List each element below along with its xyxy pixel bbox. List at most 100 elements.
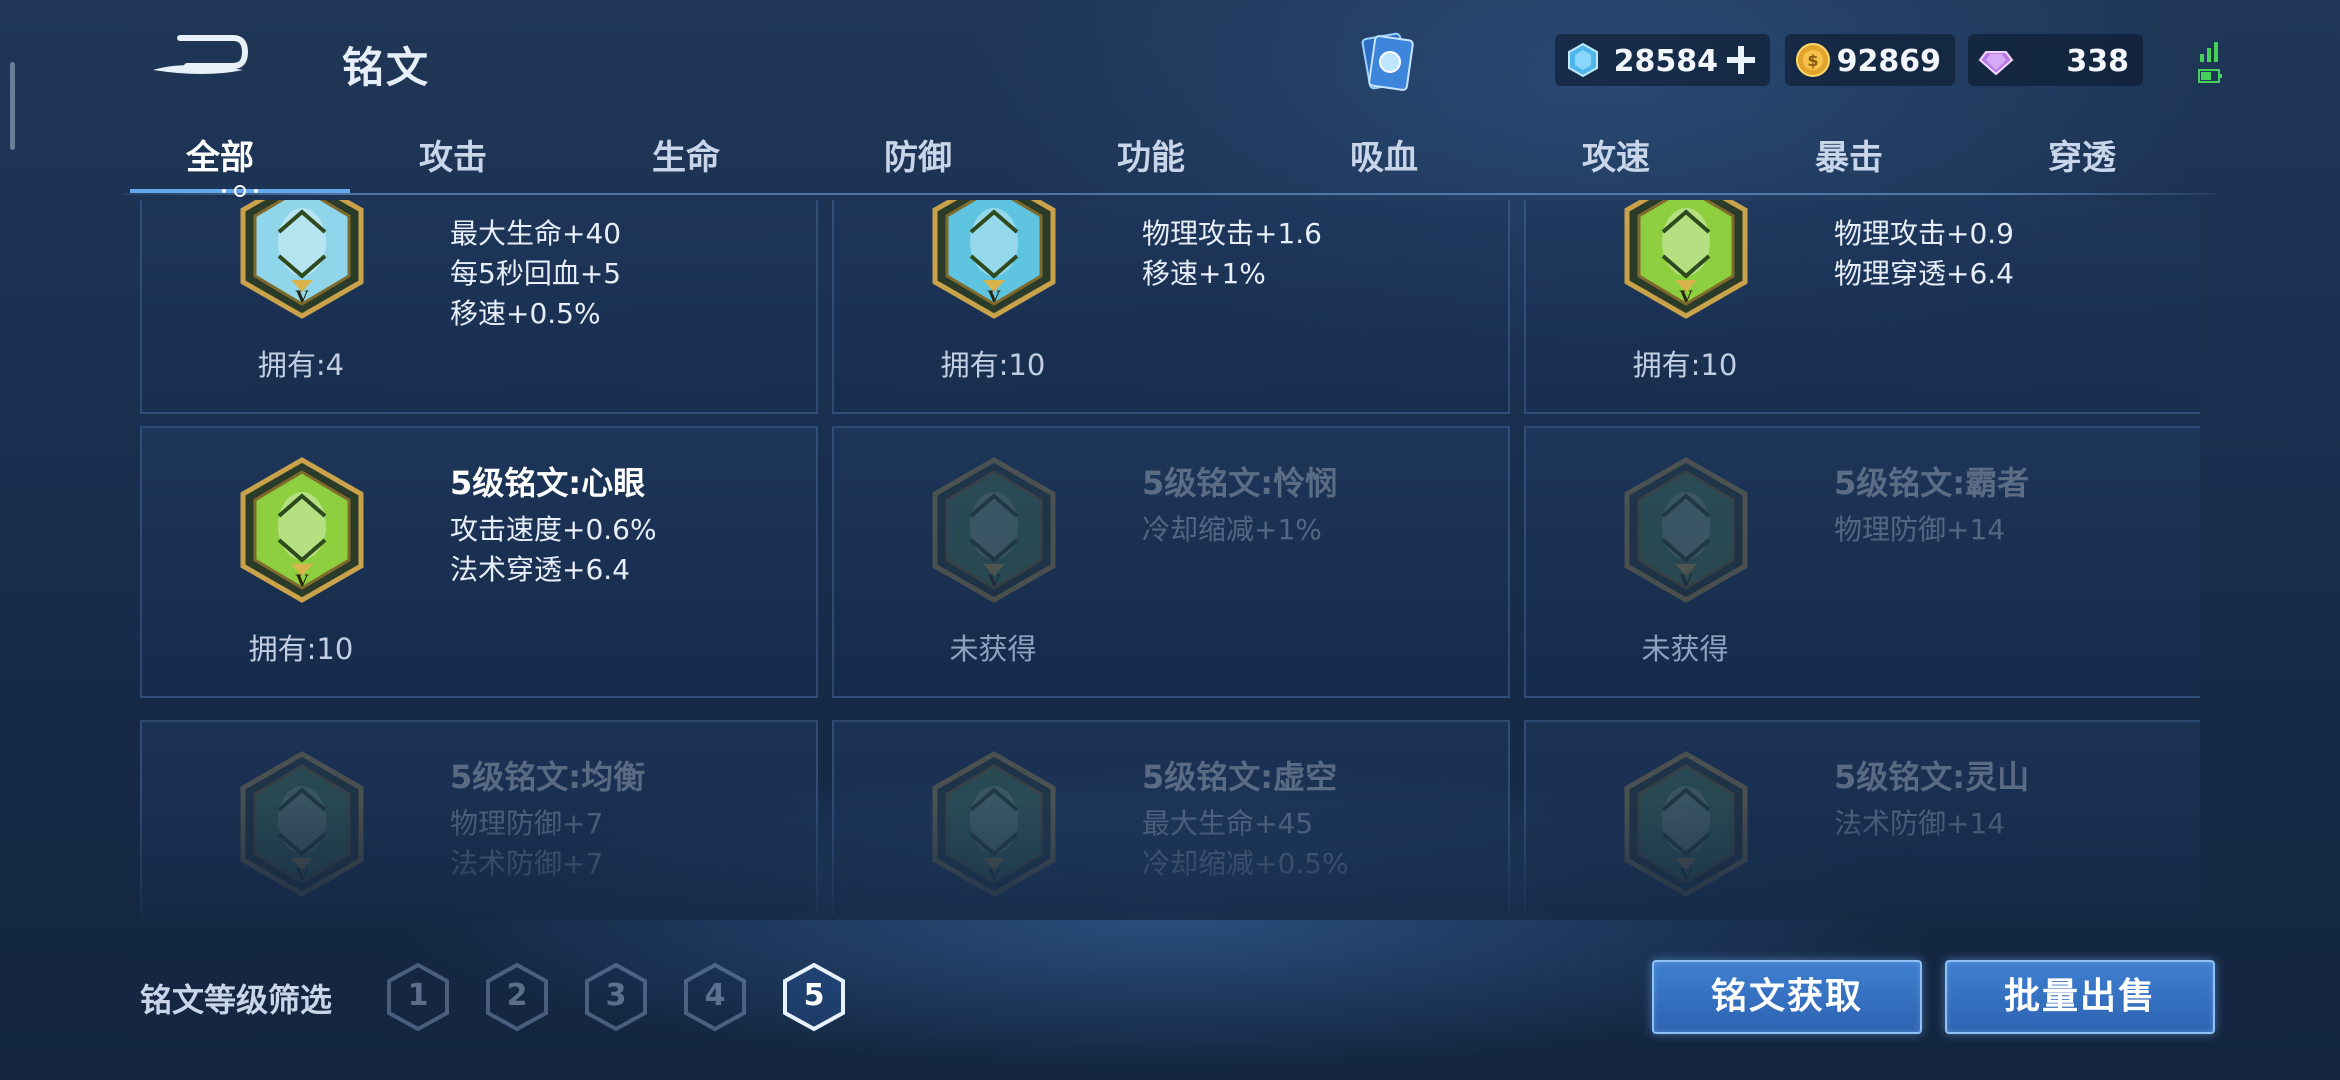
svg-text:V: V	[987, 287, 1001, 306]
rune-attribute: 法术防御+7	[450, 847, 604, 880]
rune-card-icon[interactable]	[1352, 28, 1422, 98]
level-filter-3[interactable]: 3	[583, 962, 649, 1032]
rune-name: 5级铭文:虚空	[1142, 758, 1338, 796]
rune-attribute: 法术穿透+6.4	[450, 553, 630, 586]
rune-icon: V	[237, 200, 367, 320]
rune-card[interactable]: V 5级铭文:虚空最大生命+45 冷却缩减+0.5%	[832, 720, 1510, 915]
rune-card[interactable]: V 物理攻击+1.6 移速+1% 拥有:10	[832, 200, 1510, 414]
rune-attributes: 最大生命+40 每5秒回血+5 移速+0.5%	[450, 214, 621, 334]
rune-owned-count: 拥有:10	[940, 348, 1046, 382]
level-filter-label: 铭文等级筛选	[140, 981, 333, 1019]
rune-icon: V	[237, 750, 367, 898]
rune-attributes: 物理防御+14	[1834, 510, 2005, 550]
add-currency-button[interactable]	[1724, 43, 1758, 77]
level-filter-number: 4	[704, 978, 726, 1013]
rune-attribute: 移速+1%	[1142, 257, 1266, 290]
rune-card[interactable]: V 5级铭文:心眼 攻击速度+0.6% 法术穿透+6.4 拥有:10	[140, 426, 818, 698]
rune-owned-count: 拥有:4	[257, 348, 345, 382]
tab-critical[interactable]: 暴击	[1759, 130, 1939, 179]
rune-attributes: 物理攻击+0.9 物理穿透+6.4	[1834, 214, 2014, 294]
rune-attribute: 冷却缩减+0.5%	[1142, 847, 1349, 880]
rune-attributes: 物理攻击+1.6 移速+1%	[1142, 214, 1322, 294]
get-rune-button[interactable]: 铭文获取	[1652, 960, 1922, 1034]
rune-icon: V	[237, 456, 367, 604]
diamond-balance: 28584	[1555, 34, 1770, 86]
gold-balance: $ 92869	[1785, 34, 1955, 86]
level-filter-4[interactable]: 4	[682, 962, 748, 1032]
diamond-amount: 28584	[1613, 44, 1718, 79]
tab-health[interactable]: 生命	[596, 130, 776, 179]
rune-owned-count: 拥有:10	[1632, 348, 1738, 382]
rune-name: 5级铭文:灵山	[1834, 758, 2030, 796]
bulk-sell-button[interactable]: 批量出售	[1945, 960, 2215, 1034]
rune-attribute: 每5秒回血+5	[450, 257, 622, 290]
rune-attributes: 最大生命+45 冷却缩减+0.5%	[1142, 804, 1349, 884]
rune-card[interactable]: V 物理攻击+0.9 物理穿透+6.4 拥有:10	[1524, 200, 2200, 414]
rune-card[interactable]: V 最大生命+40 每5秒回血+5 移速+0.5% 拥有:4	[140, 200, 818, 414]
svg-text:V: V	[1679, 865, 1693, 884]
rune-attributes: 法术防御+14	[1834, 804, 2005, 844]
rune-name: 5级铭文:霸者	[1834, 464, 2030, 502]
svg-text:V: V	[1679, 571, 1693, 590]
rune-name: 5级铭文:心眼	[450, 464, 646, 502]
tab-lifesteal[interactable]: 吸血	[1294, 130, 1474, 179]
back-button[interactable]	[145, 26, 255, 86]
rune-attributes: 攻击速度+0.6% 法术穿透+6.4	[450, 510, 657, 590]
svg-text:V: V	[987, 571, 1001, 590]
tab-all[interactable]: 全部	[130, 130, 310, 179]
rune-attribute: 物理攻击+1.6	[1142, 217, 1322, 250]
tab-attack-speed[interactable]: 攻速	[1526, 130, 1706, 179]
rune-name: 5级铭文:均衡	[450, 758, 646, 796]
level-filter-1[interactable]: 1	[385, 962, 451, 1032]
rune-card[interactable]: V 5级铭文:均衡物理防御+7 法术防御+7	[140, 720, 818, 915]
level-filter-5[interactable]: 5	[781, 962, 847, 1032]
rune-attribute: 移速+0.5%	[450, 297, 601, 330]
svg-text:V: V	[295, 287, 309, 306]
tab-penetration[interactable]: 穿透	[1992, 130, 2172, 179]
rune-attribute: 物理防御+14	[1834, 513, 2006, 546]
svg-text:V: V	[295, 571, 309, 590]
rune-icon: V	[929, 200, 1059, 320]
active-tab-indicator	[130, 185, 350, 197]
tab-divider	[125, 193, 2215, 195]
rune-icon: V	[1621, 750, 1751, 898]
rune-list[interactable]: V 最大生命+40 每5秒回血+5 移速+0.5% 拥有:4 V 物理攻击+1.6 移速+1%…	[140, 200, 2200, 915]
rune-name: 5级铭文:怜悯	[1142, 464, 1338, 502]
level-filter-number: 2	[506, 978, 528, 1013]
rune-card[interactable]: V 5级铭文:霸者 物理防御+14 未获得	[1524, 426, 2200, 698]
tab-attack[interactable]: 攻击	[363, 130, 543, 179]
signal-battery-icon	[2198, 42, 2222, 83]
gem-icon	[1978, 51, 2014, 76]
svg-text:V: V	[295, 865, 309, 884]
rune-attributes: 冷却缩减+1%	[1142, 510, 1322, 550]
back-arrow-icon	[153, 35, 249, 74]
svg-text:V: V	[987, 865, 1001, 884]
rune-icon: V	[929, 750, 1059, 898]
gem-amount: 338	[2066, 44, 2129, 79]
page-title: 铭文	[342, 43, 431, 92]
rune-attribute: 法术防御+14	[1834, 807, 2006, 840]
category-tab-bar: 全部 攻击 生命 防御 功能 吸血 攻速 暴击 穿透	[125, 120, 2215, 196]
scroll-indicator	[10, 62, 15, 150]
tab-utility[interactable]: 功能	[1061, 130, 1241, 179]
tab-defense[interactable]: 防御	[828, 130, 1008, 179]
rune-attribute: 物理防御+7	[450, 807, 604, 840]
rune-attribute: 最大生命+45	[1142, 807, 1314, 840]
rune-attribute: 物理穿透+6.4	[1834, 257, 2014, 290]
rune-attribute: 攻击速度+0.6%	[450, 513, 657, 546]
gold-coin-icon: $	[1796, 43, 1830, 77]
rune-attribute: 物理攻击+0.9	[1834, 217, 2014, 250]
rune-attributes: 物理防御+7 法术防御+7	[450, 804, 603, 884]
rune-attribute: 最大生命+40	[450, 217, 622, 250]
svg-text:$: $	[1807, 51, 1818, 70]
rune-attribute: 冷却缩减+1%	[1142, 513, 1322, 546]
rune-icon: V	[929, 456, 1059, 604]
level-filter-number: 3	[605, 978, 627, 1013]
rune-owned-count: 未获得	[949, 632, 1037, 666]
rune-card[interactable]: V 5级铭文:灵山法术防御+14	[1524, 720, 2200, 915]
level-filter-number: 1	[407, 978, 429, 1013]
rune-card[interactable]: V 5级铭文:怜悯冷却缩减+1% 未获得	[832, 426, 1510, 698]
svg-text:V: V	[1679, 287, 1693, 306]
level-filter-2[interactable]: 2	[484, 962, 550, 1032]
diamond-icon	[1568, 42, 1598, 78]
